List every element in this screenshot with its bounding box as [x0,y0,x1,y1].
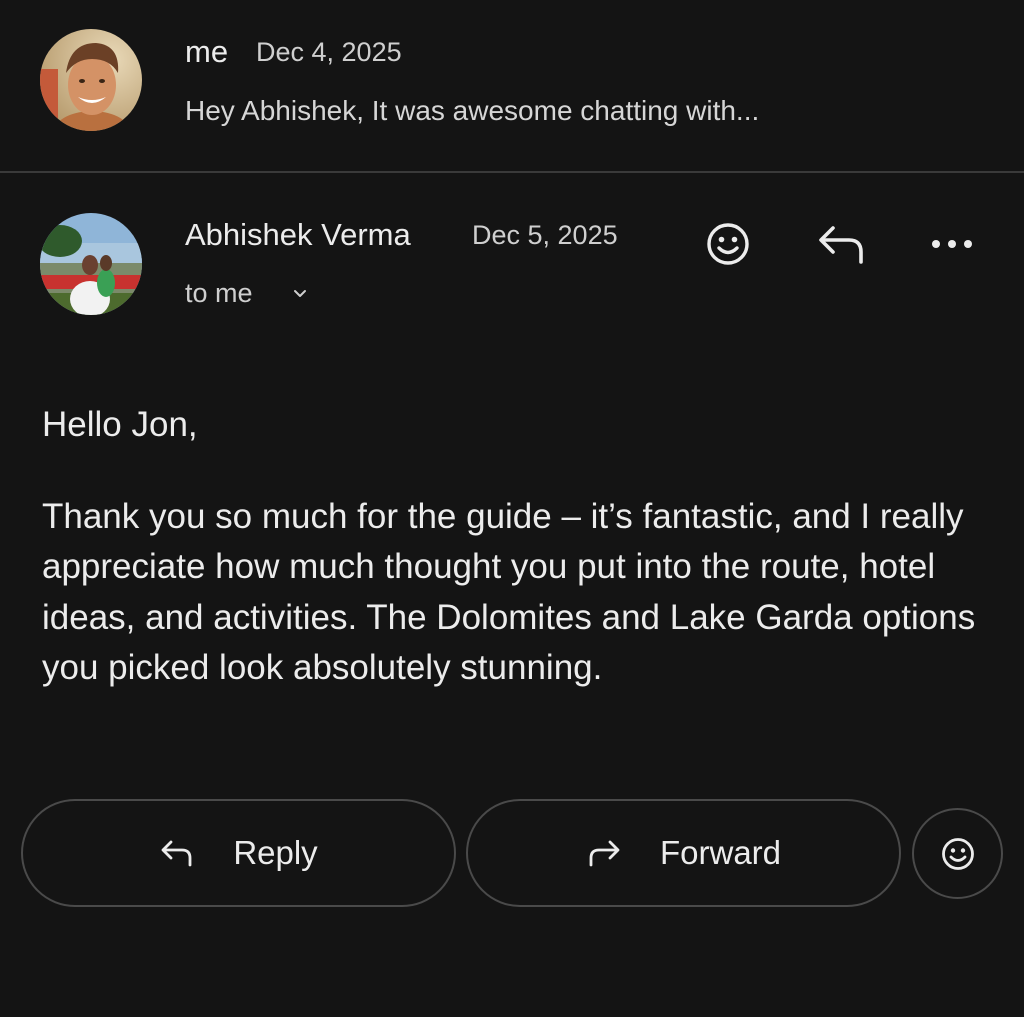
reply-icon [161,840,192,867]
reply-button[interactable] [812,220,870,268]
forward-label: Forward [659,834,782,871]
emoji-reaction-button[interactable] [702,218,754,270]
add-reaction-button[interactable] [912,808,1003,899]
reply-button[interactable]: Reply [21,799,456,907]
recipient-line[interactable]: to me [185,278,253,309]
contact-photo-avatar-icon [40,213,142,315]
message-text: Thank you so much for the guide – it’s f… [42,496,976,688]
sender-name[interactable]: Abhishek Verma [185,217,411,253]
sender-name: me [185,34,229,69]
collapsed-message[interactable]: me Dec 4, 2025 Hey Abhishek, It was awes… [0,0,1024,172]
more-options-button[interactable] [925,222,979,266]
avatar[interactable] [40,213,142,315]
user-photo-avatar-icon [40,29,142,131]
email-thread: me Dec 4, 2025 Hey Abhishek, It was awes… [0,0,1024,1017]
message-date: Dec 4, 2025 [256,37,402,67]
more-options-icon [932,240,972,248]
avatar[interactable] [40,29,142,131]
message-body: Hello Jon, Thank you so much for the gui… [42,400,1002,694]
message-date: Dec 5, 2025 [472,220,618,250]
reply-icon [819,226,863,264]
chevron-down-icon[interactable] [289,283,311,305]
add-reaction-icon [941,837,974,870]
forward-icon [589,840,620,867]
message-snippet: Hey Abhishek, It was awesome chatting wi… [185,95,760,126]
emoji-reaction-icon [707,223,749,265]
reply-label: Reply [233,834,318,871]
message-greeting: Hello Jon, [42,405,198,444]
forward-button[interactable]: Forward [466,799,901,907]
message-divider [0,171,1024,173]
